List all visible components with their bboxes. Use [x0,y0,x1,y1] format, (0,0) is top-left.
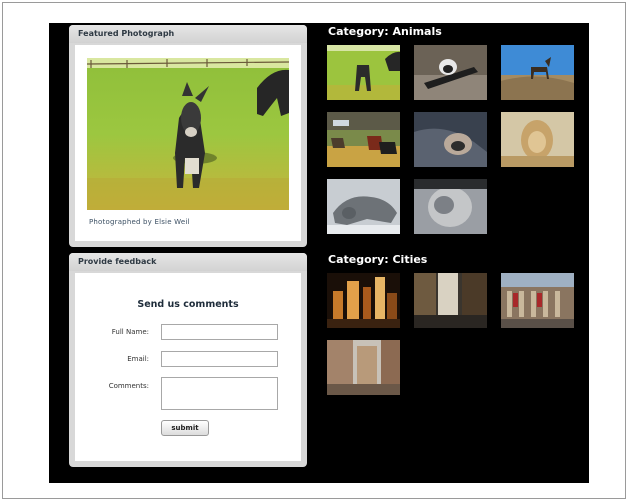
featured-photograph-panel: Featured Photograph Photographed by Elsi… [69,25,307,247]
thumbnail-animal-hand[interactable] [414,112,487,167]
figure-frame: Featured Photograph Photographed by Elsi… [2,2,626,499]
thumbnail-animal-horses[interactable] [327,112,400,167]
featured-photo-donkeys[interactable] [87,58,289,210]
featured-photo-caption: Photographed by Elsie Weil [89,218,190,226]
form-title: Send us comments [137,299,239,310]
thumbnail-animal-donkey[interactable] [327,45,400,100]
email-input[interactable] [161,351,278,367]
comments-label: Comments: [108,382,149,390]
thumbnail-city-museum[interactable] [501,273,574,328]
feedback-panel: Provide feedback Send us comments Full N… [69,253,307,467]
feedback-panel-header: Provide feedback [69,253,307,271]
thumbnail-city-street[interactable] [414,273,487,328]
thumbnail-animal-monkey[interactable] [414,179,487,234]
thumbnail-animal-lion[interactable] [501,112,574,167]
featured-panel-header: Featured Photograph [69,25,307,43]
category-animals-title: Category: Animals [328,25,442,38]
web-page: Featured Photograph Photographed by Elsi… [49,23,589,483]
thumbnail-city-buildings[interactable] [327,340,400,395]
email-label: Email: [127,355,149,363]
thumbnail-animal-cat[interactable] [414,45,487,100]
feedback-panel-body: Send us comments Full Name: Email: Comme… [75,273,301,461]
full-name-label: Full Name: [111,328,149,336]
thumbnail-city-night[interactable] [327,273,400,328]
submit-button[interactable]: submit [161,420,209,436]
featured-panel-body: Photographed by Elsie Weil [75,45,301,241]
full-name-input[interactable] [161,324,278,340]
thumbnail-animal-iguana[interactable] [327,179,400,234]
category-cities-title: Category: Cities [328,253,428,266]
thumbnail-animal-deer[interactable] [501,45,574,100]
comments-textarea[interactable] [161,377,278,410]
